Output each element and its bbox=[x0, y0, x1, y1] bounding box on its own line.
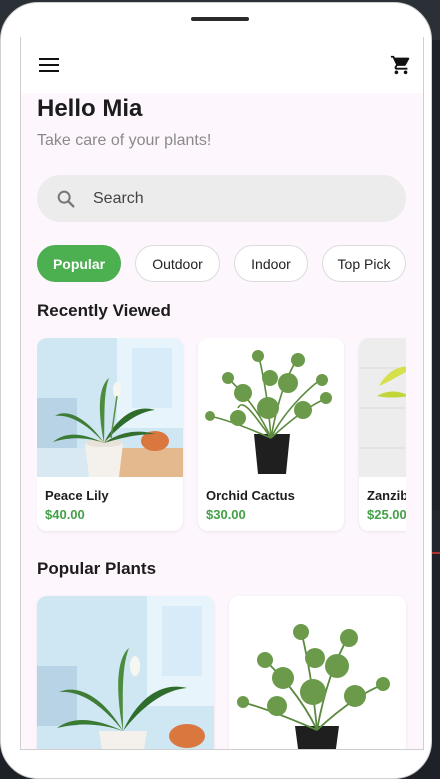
cart-icon[interactable] bbox=[385, 49, 417, 81]
category-chip-top-pick[interactable]: Top Pick bbox=[322, 245, 406, 282]
category-chip-label: Top Pick bbox=[337, 255, 391, 272]
plant-image-orchid-cactus bbox=[198, 338, 344, 477]
plant-name: Zanzibar bbox=[367, 488, 406, 503]
app-screen: Hello Mia Take care of your plants! Popu… bbox=[20, 37, 424, 750]
popular-plant-card[interactable] bbox=[37, 596, 214, 749]
search-bar[interactable] bbox=[37, 175, 406, 222]
search-input[interactable] bbox=[91, 188, 375, 209]
recently-viewed-list[interactable]: Peace Lily $40.00 Orchid Cactus $30.00 Z… bbox=[37, 338, 406, 538]
plant-name: Peace Lily bbox=[45, 488, 109, 503]
page-subtitle: Take care of your plants! bbox=[37, 132, 212, 149]
plant-card[interactable]: Zanzibar $25.00 bbox=[359, 338, 406, 531]
popular-plant-image-2 bbox=[229, 596, 406, 749]
category-chip-popular[interactable]: Popular bbox=[37, 245, 121, 282]
popular-plants-heading: Popular Plants bbox=[37, 559, 157, 578]
plant-price: $30.00 bbox=[206, 507, 246, 522]
category-chip-label: Indoor bbox=[251, 255, 291, 272]
popular-plant-card[interactable] bbox=[229, 596, 406, 749]
menu-icon[interactable] bbox=[33, 49, 65, 81]
recently-viewed-heading: Recently Viewed bbox=[37, 301, 171, 320]
plant-name: Orchid Cactus bbox=[206, 488, 295, 503]
app-bar bbox=[21, 37, 423, 93]
plant-price: $25.00 bbox=[367, 507, 406, 522]
phone-notch bbox=[191, 17, 249, 21]
page-title: Hello Mia bbox=[37, 95, 143, 122]
plant-price: $40.00 bbox=[45, 507, 85, 522]
category-chip-label: Popular bbox=[52, 255, 106, 272]
popular-plant-image-1 bbox=[37, 596, 214, 749]
category-chip-label: Outdoor bbox=[152, 255, 203, 272]
category-chip-outdoor[interactable]: Outdoor bbox=[135, 245, 220, 282]
plant-card[interactable]: Peace Lily $40.00 bbox=[37, 338, 183, 531]
search-icon bbox=[57, 190, 75, 208]
plant-image-peace-lily bbox=[37, 338, 183, 477]
category-chip-indoor[interactable]: Indoor bbox=[234, 245, 308, 282]
plant-image-zanzibar bbox=[359, 338, 406, 477]
plant-card[interactable]: Orchid Cactus $30.00 bbox=[198, 338, 344, 531]
phone-frame: Hello Mia Take care of your plants! Popu… bbox=[0, 2, 432, 779]
